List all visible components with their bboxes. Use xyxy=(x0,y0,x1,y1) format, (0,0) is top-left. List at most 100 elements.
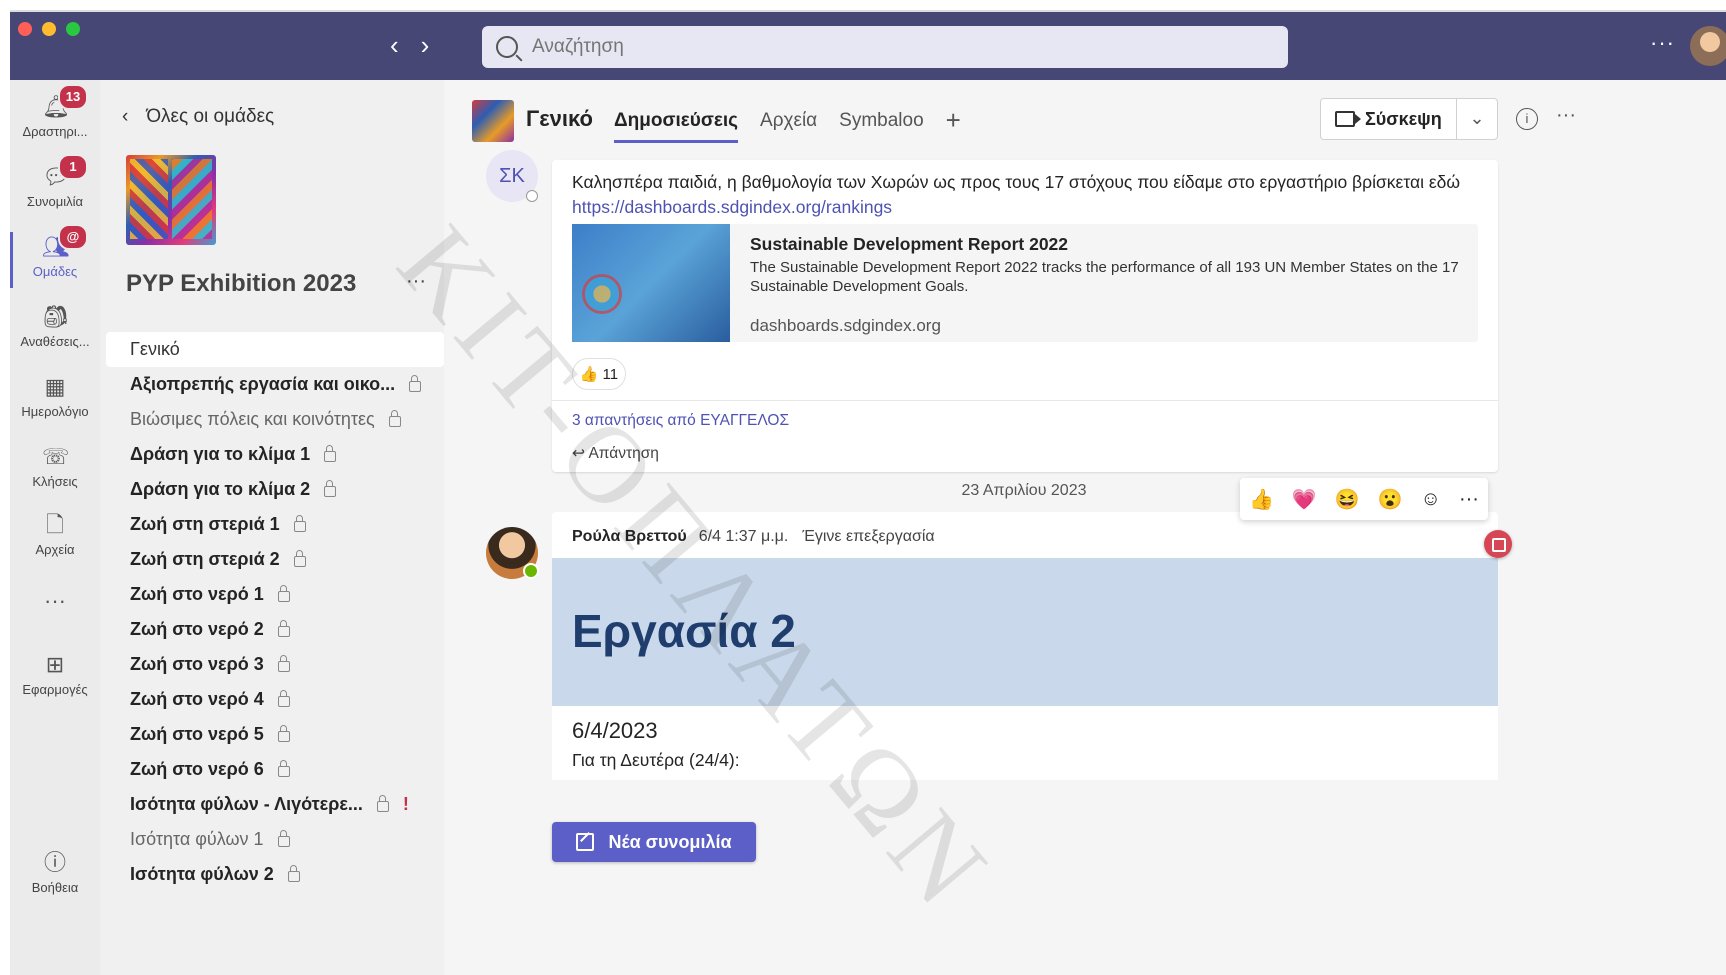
message-more-icon[interactable]: ··· xyxy=(1459,488,1479,511)
channel-item[interactable]: Γενικό xyxy=(106,332,444,367)
channel-team-image xyxy=(472,100,514,142)
rail-item-label: Κλήσεις xyxy=(32,474,78,489)
channel-item[interactable]: Ζωή στη στεριά 2 xyxy=(106,542,444,577)
rail-item-assignments[interactable]: 🎒︎ Αναθέσεις... xyxy=(10,304,100,349)
channel-item[interactable]: Δράση για το κλίμα 2 xyxy=(106,472,444,507)
forward-arrow-icon[interactable]: › xyxy=(421,30,430,61)
channel-item[interactable]: Ζωή στο νερό 1 xyxy=(106,577,444,612)
add-tab-icon[interactable]: + xyxy=(946,107,961,143)
link-preview-description: The Sustainable Development Report 2022 … xyxy=(750,259,1459,295)
more-options-icon[interactable]: ··· xyxy=(1650,30,1675,56)
all-teams-label: Όλες οι ομάδες xyxy=(146,106,275,127)
channel-item[interactable]: Ζωή στο νερό 3 xyxy=(106,647,444,682)
teams-window: ‹ › ··· 🔔︎13 Δραστηρι... 💬︎1 Συνομιλία 👥… xyxy=(10,10,1726,975)
post-card: Καλησπέρα παιδιά, η βαθμολογία των Χωρών… xyxy=(552,160,1498,472)
meet-dropdown-chevron-icon[interactable]: ⌄ xyxy=(1456,99,1497,139)
team-more-icon[interactable]: ··· xyxy=(406,270,426,293)
lock-icon xyxy=(388,410,401,427)
all-teams-link[interactable]: ‹ Όλες οι ομάδες xyxy=(122,106,274,128)
channel-item[interactable]: Ζωή στη στεριά 1 xyxy=(106,507,444,542)
search-bar[interactable] xyxy=(482,26,1288,68)
post-body: Για τη Δευτέρα (24/4): xyxy=(572,750,740,770)
team-name[interactable]: PYP Exhibition 2023 xyxy=(126,270,356,298)
rail-item-calls[interactable]: ☏ Κλήσεις xyxy=(10,444,100,489)
post-author[interactable]: Ρούλα Βρεττού xyxy=(572,528,687,545)
rail-item-more[interactable]: ··· xyxy=(10,588,100,618)
channel-title: Γενικό xyxy=(526,106,593,131)
rail-item-label: Βοήθεια xyxy=(31,880,79,895)
user-avatar[interactable] xyxy=(1690,26,1726,66)
link-preview-title: Sustainable Development Report 2022 xyxy=(750,234,1069,254)
bell-icon: 🔔︎ 13 xyxy=(42,84,88,120)
lock-icon xyxy=(277,655,290,672)
channel-name: Ζωή στο νερό 5 xyxy=(130,724,264,744)
rail-item-activity[interactable]: 🔔︎ 13 Δραστηρι... xyxy=(10,84,100,139)
channel-item[interactable]: Ζωή στο νερό 5 xyxy=(106,717,444,752)
link-preview-card[interactable]: Sustainable Development Report 2022 The … xyxy=(572,224,1478,342)
composer-area xyxy=(484,780,1714,975)
rail-item-calendar[interactable]: ▦ Ημερολόγιο xyxy=(10,374,100,419)
rail-item-apps[interactable]: ⊞ Εφαρμογές xyxy=(10,652,100,697)
minimize-window-button[interactable] xyxy=(42,22,56,36)
help-icon: ⓘ xyxy=(43,850,66,875)
channel-item[interactable]: Βιώσιμες πόλεις και κοινότητες xyxy=(106,402,444,437)
header-more-icon[interactable]: ··· xyxy=(1556,104,1576,127)
lock-icon xyxy=(277,760,290,777)
info-icon[interactable]: i xyxy=(1516,108,1538,130)
channel-item[interactable]: Ζωή στο νερό 6 xyxy=(106,752,444,787)
channel-header: Γενικό Δημοσιεύσεις Αρχεία Symbaloo + Σύ… xyxy=(444,80,1726,160)
surprised-reaction-icon[interactable]: 😮 xyxy=(1378,487,1403,512)
rail-item-label: Αρχεία xyxy=(35,542,75,557)
like-reaction-icon[interactable]: 👍 xyxy=(1249,487,1274,512)
laugh-reaction-icon[interactable]: 😆 xyxy=(1335,487,1360,512)
reply-button[interactable]: ↩ Απάντηση xyxy=(572,444,659,463)
chevron-left-icon: ‹ xyxy=(122,106,129,127)
teams-badge: @ xyxy=(58,224,88,250)
alert-icon: ! xyxy=(402,794,409,814)
channel-item[interactable]: Ισότητα φύλων 2 xyxy=(106,857,444,892)
maximize-window-button[interactable] xyxy=(66,22,80,36)
channel-name: Ζωή στο νερό 1 xyxy=(130,584,264,604)
tab-files[interactable]: Αρχεία xyxy=(760,110,817,143)
more-icon: ··· xyxy=(44,588,66,613)
channel-item[interactable]: Ζωή στο νερό 2 xyxy=(106,612,444,647)
reaction-pill[interactable]: 👍 11 xyxy=(572,358,626,390)
teams-panel: ‹ Όλες οι ομάδες PYP Exhibition 2023 ···… xyxy=(100,80,444,975)
channel-item[interactable]: Αξιοπρεπής εργασία και οικο... xyxy=(106,367,444,402)
rail-item-files[interactable]: 🗋 Αρχεία xyxy=(10,512,100,557)
reply-label: Απάντηση xyxy=(588,445,659,462)
rail-item-chat[interactable]: 💬︎ 1 Συνομιλία xyxy=(10,154,100,209)
close-window-button[interactable] xyxy=(18,22,32,36)
rail-item-label: Ημερολόγιο xyxy=(21,404,89,419)
heart-reaction-icon[interactable]: 💗 xyxy=(1292,487,1317,512)
post-link[interactable]: https://dashboards.sdgindex.org/rankings xyxy=(572,197,892,217)
team-image xyxy=(126,155,216,245)
rail-item-help[interactable]: ⓘ Βοήθεια xyxy=(10,850,100,895)
tab-posts[interactable]: Δημοσιεύσεις xyxy=(614,110,739,143)
channel-item[interactable]: Δράση για το κλίμα 1 xyxy=(106,437,444,472)
rail-item-teams[interactable]: 👥︎ @ Ομάδες xyxy=(10,224,100,288)
search-input[interactable] xyxy=(530,35,1234,59)
channel-item[interactable]: Ζωή στο νερό 4 xyxy=(106,682,444,717)
channel-item[interactable]: Ισότητα φύλων - Λιγότερε...! xyxy=(106,787,444,822)
link-preview-domain: dashboards.sdgindex.org xyxy=(750,316,941,335)
add-reaction-icon[interactable]: ☺ xyxy=(1421,488,1441,511)
channel-name: Ισότητα φύλων 2 xyxy=(130,864,274,884)
lock-icon xyxy=(287,865,300,882)
history-navigation: ‹ › xyxy=(390,30,429,61)
meet-button[interactable]: Σύσκεψη ⌄ xyxy=(1320,98,1498,140)
file-icon: 🗋 xyxy=(46,512,64,537)
post-text: Καλησπέρα παιδιά, η βαθμολογία των Χωρών… xyxy=(572,170,1472,220)
author-avatar[interactable] xyxy=(486,527,539,579)
tab-symbaloo[interactable]: Symbaloo xyxy=(839,110,924,143)
author-avatar[interactable]: ΣΚ xyxy=(486,150,538,202)
date-divider-label: 23 Απριλίου 2023 xyxy=(961,482,1087,499)
replies-link[interactable]: 3 απαντήσεις από ΕΥΑΓΓΕΛΟΣ xyxy=(572,412,789,430)
new-conversation-button[interactable]: Νέα συνομιλία xyxy=(552,822,756,862)
channel-name: Βιώσιμες πόλεις και κοινότητες xyxy=(130,409,375,429)
window-controls xyxy=(18,22,80,36)
channel-item[interactable]: Ισότητα φύλων 1 xyxy=(106,822,444,857)
lock-icon xyxy=(409,375,422,392)
lock-icon xyxy=(293,550,306,567)
back-arrow-icon[interactable]: ‹ xyxy=(390,30,399,61)
